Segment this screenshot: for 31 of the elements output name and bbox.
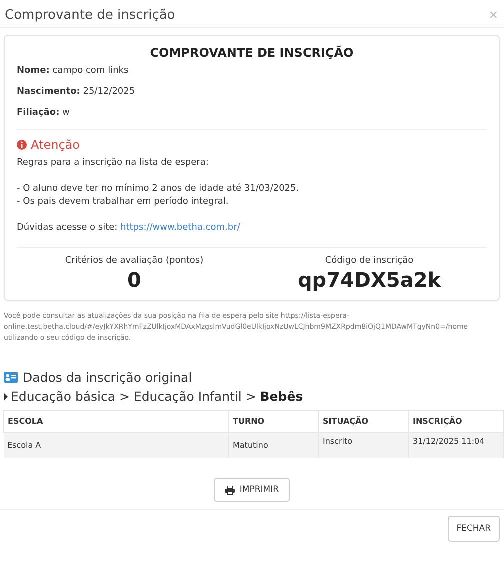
dialog-title: Comprovante de inscrição: [5, 8, 176, 23]
stat-label: Código de inscrição: [325, 256, 414, 266]
id-card-icon: [4, 372, 18, 383]
printer-icon: [224, 486, 235, 494]
breadcrumb: Educação básica > Educação Infantil > Bebês: [11, 389, 304, 404]
table-cell: Escola A: [4, 432, 228, 458]
column-header: TURNO: [228, 410, 318, 432]
receipt-field: Nascimento: 25/12/2025: [17, 87, 487, 97]
table-cell: Inscrito: [318, 432, 408, 458]
column-header: SITUAÇÃO: [318, 410, 408, 432]
print-button[interactable]: IMPRIMIR: [214, 478, 290, 502]
caret-icon: [4, 392, 8, 400]
table-cell: Matutino: [228, 432, 318, 458]
notice-rule: - O aluno deve ter no mínimo 2 anos de idade até 31/03/2025.: [17, 183, 300, 196]
receipt-field: Nome: campo com links: [17, 66, 487, 76]
section-title: Dados da inscrição original: [23, 370, 192, 385]
table-cell: 31/12/2025 11:04: [408, 432, 504, 458]
column-header: INSCRIÇÃO: [408, 410, 504, 432]
stat-value: qp74DX5a2k: [298, 268, 442, 292]
stat-value: 0: [128, 268, 142, 292]
notice-intro: Regras para a inscrição na lista de espera:: [17, 157, 210, 170]
column-header: ESCOLA: [4, 410, 228, 432]
site-link[interactable]: https://www.betha.com.br/: [120, 223, 240, 233]
receipt-field: Filiação: w: [17, 108, 487, 118]
stat-label: Critérios de avaliação (pontos): [65, 256, 204, 266]
receipt-heading: COMPROVANTE DE INSCRIÇÃO: [149, 46, 355, 60]
help-text: Dúvidas acesse o site: https://www.betha.com.br/: [17, 222, 242, 235]
close-dialog-button[interactable]: FECHAR: [448, 516, 500, 542]
info-icon: [17, 140, 27, 150]
notice-rule: - Os pais devem trabalhar em período integral.: [17, 196, 230, 209]
notice-title: Atenção: [31, 138, 80, 152]
